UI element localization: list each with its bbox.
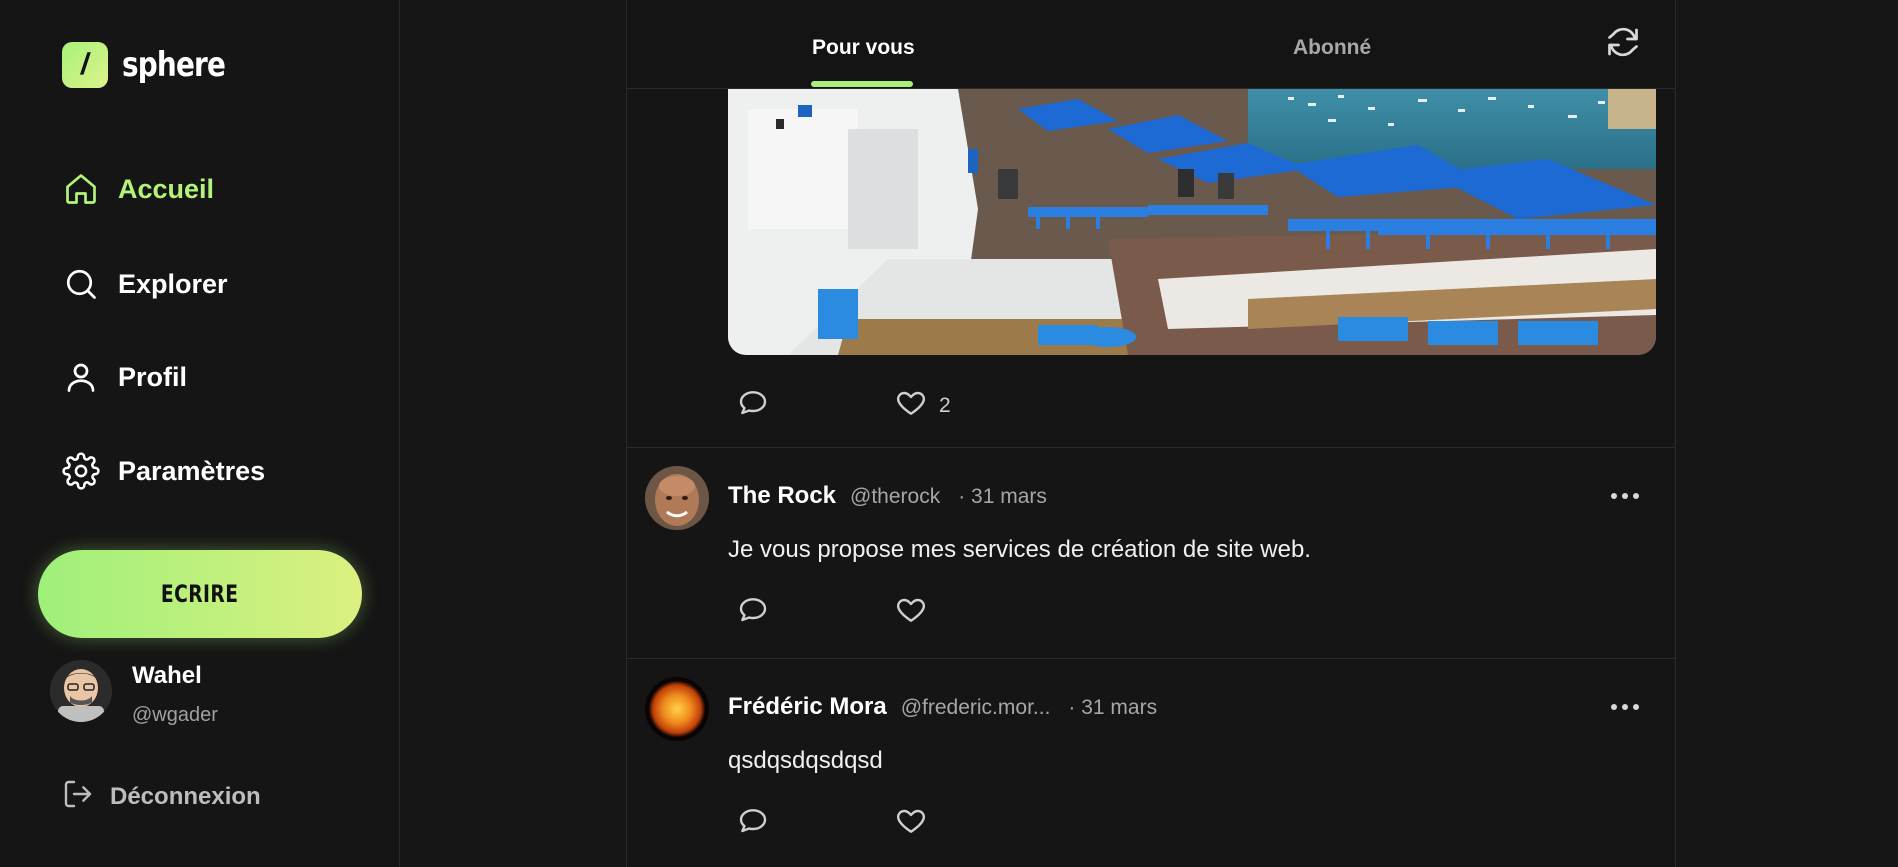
avatar: [50, 660, 112, 722]
logo[interactable]: / sphere: [62, 42, 248, 88]
heart-icon: [895, 594, 927, 631]
nav-item-profil[interactable]: Profil: [62, 358, 187, 396]
avatar[interactable]: [645, 677, 709, 741]
more-options-icon[interactable]: [1605, 484, 1645, 508]
like-count: 2: [939, 393, 951, 417]
brand-name: sphere: [122, 45, 226, 85]
post: The Rock @therock · 31 mars Je vous prop…: [627, 448, 1675, 658]
nav-item-parametres[interactable]: Paramètres: [62, 452, 265, 490]
more-options-icon[interactable]: [1605, 695, 1645, 719]
post-author-name[interactable]: The Rock: [728, 482, 836, 510]
like-button[interactable]: [895, 594, 927, 631]
tab-pour-vous[interactable]: Pour vous: [812, 36, 915, 60]
post-date: · 31 mars: [958, 485, 1047, 508]
gear-icon: [62, 452, 100, 490]
feed-tabs: Pour vous Abonné: [627, 0, 1675, 89]
logout-label: Déconnexion: [110, 782, 261, 810]
home-icon: [62, 170, 100, 208]
heart-icon: [895, 805, 927, 842]
post-author-handle[interactable]: @therock: [850, 485, 940, 509]
avatar[interactable]: [645, 466, 709, 530]
logo-mark: /: [62, 42, 108, 88]
current-user-card[interactable]: Wahel @wgader: [50, 660, 218, 727]
write-button-label: ECRIRE: [161, 580, 239, 608]
like-button[interactable]: [895, 805, 927, 842]
tab-abonne[interactable]: Abonné: [1293, 36, 1371, 60]
user-icon: [62, 358, 100, 396]
nav-label: Accueil: [118, 173, 215, 204]
nav-item-explorer[interactable]: Explorer: [62, 265, 228, 303]
post-text: qsdqsdqsdqsd: [728, 747, 883, 774]
comment-button[interactable]: [737, 594, 769, 631]
logout-icon: [62, 778, 94, 815]
refresh-icon[interactable]: [1605, 24, 1645, 64]
like-button[interactable]: 2: [895, 387, 951, 424]
search-icon: [62, 265, 100, 303]
comment-icon: [737, 387, 769, 424]
comment-button[interactable]: [737, 805, 769, 842]
active-tab-indicator: [811, 81, 913, 87]
post: Frédéric Mora @frederic.mor... · 31 mars…: [627, 659, 1675, 867]
heart-icon: [895, 387, 927, 424]
comment-button[interactable]: [737, 387, 769, 424]
sidebar: / sphere Accueil Explorer Profil Paramèt…: [0, 0, 400, 867]
nav-label: Profil: [118, 361, 188, 392]
comment-icon: [737, 594, 769, 631]
current-user-name: Wahel: [132, 662, 202, 689]
post-text: Je vous propose mes services de création…: [728, 536, 1311, 563]
post-image[interactable]: [728, 89, 1656, 355]
nav-label: Paramètres: [118, 455, 266, 486]
nav-item-accueil[interactable]: Accueil: [62, 170, 214, 208]
post-date: · 31 mars: [1068, 696, 1158, 719]
logout-button[interactable]: Déconnexion: [62, 778, 261, 815]
nav-label: Explorer: [118, 268, 228, 299]
comment-icon: [737, 805, 769, 842]
post-author-name[interactable]: Frédéric Mora: [728, 693, 887, 721]
write-button[interactable]: ECRIRE: [38, 550, 362, 638]
feed: Pour vous Abonné 2 The Rock @therock · 3…: [626, 0, 1676, 867]
current-user-handle: @wgader: [132, 704, 218, 726]
post-author-handle[interactable]: @frederic.mor...: [901, 696, 1051, 720]
